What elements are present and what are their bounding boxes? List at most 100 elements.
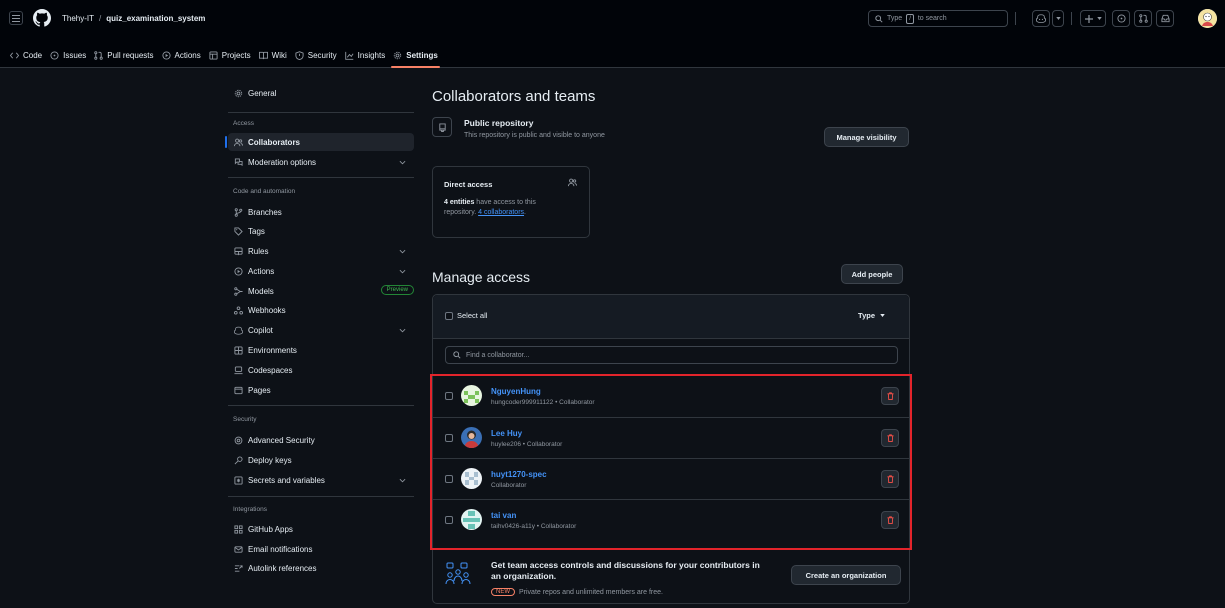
issues-button[interactable] [1112, 10, 1130, 27]
breadcrumb-owner[interactable]: Thehy-IT [62, 14, 94, 23]
manage-visibility-button[interactable]: Manage visibility [824, 127, 909, 147]
tab-actions[interactable]: Actions [160, 44, 207, 64]
sidebar-item-label: Webhooks [248, 305, 286, 315]
github-logo-icon[interactable] [33, 9, 51, 27]
user-avatar[interactable] [1198, 9, 1217, 28]
breadcrumb-repo[interactable]: quiz_examination_system [106, 14, 205, 23]
sidebar-item-collaborators[interactable]: Collaborators [225, 133, 414, 151]
sidebar-item-tags[interactable]: Tags [228, 222, 414, 240]
copilot-button[interactable] [1032, 10, 1050, 27]
tab-label: Settings [406, 50, 438, 60]
copilot-dropdown-button[interactable] [1052, 10, 1064, 27]
trash-icon [886, 392, 894, 400]
search-prefix: Type [887, 15, 903, 22]
direct-access-title: Direct access [444, 180, 493, 189]
entities-count: 4 entities [444, 199, 475, 206]
ai-model-icon [234, 286, 243, 296]
code-icon [10, 52, 19, 58]
sidebar-item-deploy-keys[interactable]: Deploy keys [228, 451, 414, 469]
collaborators-panel: Select all Type Find a collaborator... N… [432, 294, 911, 604]
caret-down-icon [1096, 17, 1102, 20]
collaborator-avatar[interactable] [461, 427, 482, 448]
remove-collaborator-button[interactable] [881, 387, 899, 405]
tab-wiki[interactable]: Wiki [257, 44, 293, 64]
pull-requests-button[interactable] [1134, 10, 1152, 27]
sidebar-item-rules[interactable]: Rules [228, 242, 414, 260]
collaborator-avatar[interactable] [461, 385, 482, 406]
collaborator-checkbox[interactable] [445, 516, 453, 524]
shield-icon [295, 50, 304, 60]
mail-icon [234, 545, 243, 553]
sidebar-item-moderation[interactable]: Moderation options [228, 153, 414, 171]
header-divider [1071, 12, 1072, 25]
sidebar-item-actions[interactable]: Actions [228, 262, 414, 280]
find-collaborator-input[interactable]: Find a collaborator... [445, 346, 898, 364]
sidebar-item-github-apps[interactable]: GitHub Apps [228, 520, 414, 538]
select-all-checkbox[interactable] [445, 312, 453, 320]
collaborators-link[interactable]: 4 collaborators [478, 209, 524, 216]
tab-security[interactable]: Security [293, 44, 343, 64]
sidebar-item-branches[interactable]: Branches [228, 203, 414, 221]
tab-label: Actions [174, 50, 201, 60]
public-repo-icon-box [432, 117, 452, 137]
search-shortcut-key: / [906, 13, 914, 24]
sidebar-item-email-notifications[interactable]: Email notifications [228, 540, 414, 558]
tab-projects[interactable]: Projects [207, 44, 257, 64]
sidebar-item-label: Autolink references [248, 563, 317, 573]
collaborator-checkbox[interactable] [445, 392, 453, 400]
collaborator-name[interactable]: huyt1270-spec [491, 470, 547, 479]
tab-label: Pull requests [107, 50, 154, 60]
tab-pull-requests[interactable]: Pull requests [92, 44, 159, 64]
inbox-button[interactable] [1156, 10, 1174, 27]
public-repo-title: Public repository [464, 118, 534, 128]
sidebar-item-copilot[interactable]: Copilot [228, 321, 414, 339]
sidebar-item-environments[interactable]: Environments [228, 341, 414, 359]
cross-reference-icon [234, 564, 243, 572]
sidebar-item-models[interactable]: Models Preview [228, 282, 414, 300]
chevron-down-icon [399, 269, 406, 274]
sidebar-item-webhooks[interactable]: Webhooks [228, 301, 414, 319]
tab-code[interactable]: Code [8, 44, 48, 64]
sidebar-heading-access: Access [233, 120, 254, 127]
people-icon [234, 138, 243, 146]
key-icon [234, 455, 243, 464]
trash-icon [886, 516, 894, 524]
collaborator-avatar[interactable] [461, 468, 482, 489]
collaborator-name[interactable]: NguyenHung [491, 387, 541, 396]
remove-collaborator-button[interactable] [881, 429, 899, 447]
sidebar-item-codespaces[interactable]: Codespaces [228, 361, 414, 379]
chevron-down-icon [399, 160, 406, 165]
org-promo-title-1: Get team access controls and discussions… [491, 560, 760, 570]
search-input[interactable]: Type / to search [868, 10, 1008, 27]
collaborator-checkbox[interactable] [445, 475, 453, 483]
collaborator-name[interactable]: tai van [491, 511, 516, 520]
menu-button[interactable] [9, 11, 23, 25]
trash-icon [886, 434, 894, 442]
collaborator-row: NguyenHung hungcoder999911122 • Collabora… [433, 376, 911, 416]
collaborator-details: Collaborator [491, 482, 527, 489]
tab-settings[interactable]: Settings [391, 44, 444, 68]
chevron-down-icon [399, 328, 406, 333]
collaborator-avatar[interactable] [461, 509, 482, 530]
create-organization-button[interactable]: Create an organization [791, 565, 901, 585]
sidebar-item-pages[interactable]: Pages [228, 381, 414, 399]
add-people-button[interactable]: Add people [841, 264, 903, 284]
remove-collaborator-button[interactable] [881, 470, 899, 488]
sidebar-item-general[interactable]: General [228, 84, 414, 102]
issue-opened-icon [1116, 14, 1126, 23]
sidebar-item-autolink[interactable]: Autolink references [228, 559, 414, 577]
tab-insights[interactable]: Insights [343, 44, 392, 64]
collaborator-name[interactable]: Lee Huy [491, 429, 522, 438]
org-promo-title: Get team access controls and discussions… [491, 560, 791, 582]
sidebar-item-label: Pages [248, 385, 271, 395]
sidebar-item-label: Tags [248, 226, 265, 236]
remove-collaborator-button[interactable] [881, 511, 899, 529]
avatar-icon [1198, 9, 1217, 28]
sidebar-item-secrets[interactable]: Secrets and variables [228, 471, 414, 489]
type-filter-dropdown[interactable]: Type [858, 311, 885, 320]
sidebar-item-advanced-security[interactable]: Advanced Security [228, 431, 414, 449]
collaborator-checkbox[interactable] [445, 434, 453, 442]
create-new-button[interactable] [1080, 10, 1106, 27]
codescan-icon [234, 436, 243, 444]
tab-issues[interactable]: Issues [48, 44, 92, 64]
